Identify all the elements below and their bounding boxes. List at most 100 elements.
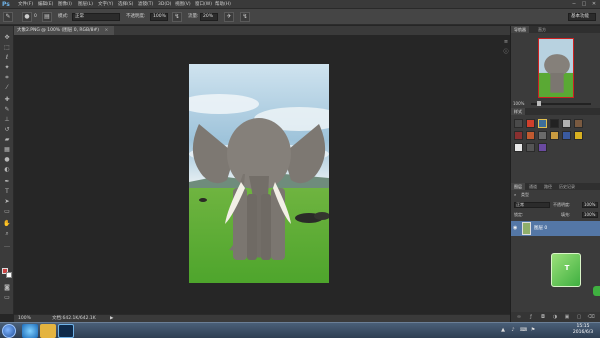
style-swatch[interactable] (538, 119, 547, 128)
start-button[interactable] (2, 324, 16, 338)
menu-help[interactable]: 帮助(H) (215, 1, 231, 8)
fx-icon[interactable]: ƒ (527, 313, 535, 321)
fill-input[interactable]: 100% (582, 212, 598, 218)
tray-ime-icon[interactable]: ⌨ (520, 327, 527, 333)
folder-icon[interactable]: ▣ (563, 313, 571, 321)
menu-filter[interactable]: 滤镜(T) (138, 1, 153, 8)
tab-navigator[interactable]: 导航器 (511, 26, 529, 33)
adjustment-icon[interactable]: ◑ (551, 313, 559, 321)
style-swatch[interactable] (526, 119, 535, 128)
tab-styles[interactable]: 样式 (511, 108, 525, 115)
gradient-icon[interactable]: ▦ (3, 146, 11, 154)
minimize-button[interactable]: ─ (570, 1, 578, 8)
style-swatch[interactable] (538, 143, 547, 152)
eyedropper-icon[interactable]: ⁄ (3, 84, 11, 92)
floating-widget[interactable]: T (551, 253, 581, 287)
history-brush-icon[interactable]: ↺ (3, 126, 11, 134)
pen-icon[interactable]: ✒ (3, 178, 11, 186)
link-layers-icon[interactable]: ∞ (515, 313, 523, 321)
lasso-icon[interactable]: ℓ (3, 54, 11, 62)
menu-type[interactable]: 文字(Y) (98, 1, 113, 8)
clock[interactable]: 15:15 2016/6/3 (570, 324, 596, 336)
style-swatch[interactable] (526, 143, 535, 152)
style-swatch[interactable] (574, 131, 583, 140)
tray-volume-icon[interactable]: ♪ (510, 327, 516, 333)
quick-mask-icon[interactable]: ◙ (3, 284, 11, 292)
crop-icon[interactable]: ⌗ (3, 74, 11, 82)
opacity-input[interactable]: 100% (150, 13, 168, 21)
layer-name[interactable]: 图层 0 (534, 225, 547, 231)
style-swatch[interactable] (514, 119, 523, 128)
brush-panel-icon[interactable]: ▤ (42, 12, 52, 22)
marquee-icon[interactable]: ⬚ (3, 44, 11, 52)
type-icon[interactable]: T (3, 188, 11, 196)
hand-icon[interactable]: ✋ (3, 220, 11, 228)
pressure-size-icon[interactable]: ↯ (240, 12, 250, 22)
menu-image[interactable]: 图像(I) (58, 1, 72, 8)
close-tab-icon[interactable]: × (104, 28, 108, 33)
style-swatch[interactable] (526, 131, 535, 140)
shape-icon[interactable]: ▭ (3, 208, 11, 216)
maximize-button[interactable]: □ (580, 1, 588, 8)
style-swatch[interactable] (562, 119, 571, 128)
style-swatch[interactable] (550, 131, 559, 140)
layer-opacity-input[interactable]: 100% (582, 202, 598, 208)
tab-histogram[interactable]: 直方 (535, 26, 549, 33)
style-swatch[interactable] (514, 131, 523, 140)
ie-taskbar-icon[interactable] (22, 324, 38, 338)
stamp-icon[interactable]: ⊥ (3, 116, 11, 124)
mask-icon[interactable]: ◘ (539, 313, 547, 321)
workspace-select[interactable]: 基本功能 (568, 13, 596, 21)
more-tools-icon[interactable]: … (3, 242, 11, 250)
properties-icon[interactable]: ⓘ (502, 48, 510, 56)
menu-select[interactable]: 选择(S) (118, 1, 133, 8)
photoshop-taskbar-icon[interactable] (58, 324, 74, 338)
zoom-icon[interactable]: ⌕ (3, 230, 11, 238)
tab-channels[interactable]: 通道 (526, 183, 540, 190)
style-swatch[interactable] (550, 119, 559, 128)
mode-select[interactable]: 正常 (72, 13, 120, 21)
style-swatch[interactable] (574, 119, 583, 128)
tab-history[interactable]: 历史记录 (556, 183, 578, 190)
document-tab[interactable]: 大象2.PNG @ 100% (图层 0, RGB/8#) × (14, 26, 115, 35)
quick-select-icon[interactable]: ✦ (3, 64, 11, 72)
tray-network-icon[interactable]: ▲ (500, 327, 506, 333)
flow-input[interactable]: 20% (200, 13, 218, 21)
style-swatch[interactable] (538, 131, 547, 140)
new-layer-icon[interactable]: ▢ (575, 313, 583, 321)
blur-icon[interactable]: ● (3, 156, 11, 164)
side-expand-tab[interactable] (593, 286, 600, 296)
canvas-area[interactable] (14, 35, 510, 314)
menu-layer[interactable]: 图层(L) (78, 1, 93, 8)
brush-tool-icon[interactable]: ✎ (3, 12, 13, 22)
menu-edit[interactable]: 编辑(E) (38, 1, 53, 8)
dodge-icon[interactable]: ◐ (3, 166, 11, 174)
tab-paths[interactable]: 路径 (541, 183, 555, 190)
menu-file[interactable]: 文件(F) (18, 1, 33, 8)
airbrush-icon[interactable]: ✈ (224, 12, 234, 22)
eraser-icon[interactable]: ▰ (3, 136, 11, 144)
tray-flag-icon[interactable]: ⚑ (530, 327, 536, 333)
filter-kind-icon[interactable]: ⌕ (514, 191, 516, 199)
navigator-thumbnail[interactable] (538, 38, 574, 98)
brush-preset-icon[interactable]: ● (22, 12, 32, 22)
navigator-slider-knob[interactable] (537, 101, 541, 106)
pressure-opacity-icon[interactable]: ↯ (172, 12, 182, 22)
menu-window[interactable]: 窗口(W) (195, 1, 212, 8)
menu-3d[interactable]: 3D(D) (158, 1, 171, 8)
filter-kind-label[interactable]: 类型 (521, 191, 529, 199)
brush-icon[interactable]: ✎ (3, 106, 11, 114)
path-select-icon[interactable]: ➤ (3, 198, 11, 206)
healing-icon[interactable]: ✚ (3, 96, 11, 104)
folder-taskbar-icon[interactable] (40, 324, 56, 338)
layer-item-0[interactable]: ◉ 图层 0 (511, 221, 600, 236)
close-button[interactable]: ✕ (590, 1, 598, 8)
visibility-eye-icon[interactable]: ◉ (513, 225, 519, 231)
blend-mode-select[interactable]: 正常 (514, 202, 550, 208)
move-icon[interactable]: ✥ (3, 34, 11, 42)
style-swatch[interactable] (562, 131, 571, 140)
background-color-swatch[interactable] (6, 272, 12, 278)
menu-view[interactable]: 视图(V) (175, 1, 191, 8)
style-swatch[interactable] (514, 143, 523, 152)
document-canvas[interactable] (189, 64, 329, 283)
